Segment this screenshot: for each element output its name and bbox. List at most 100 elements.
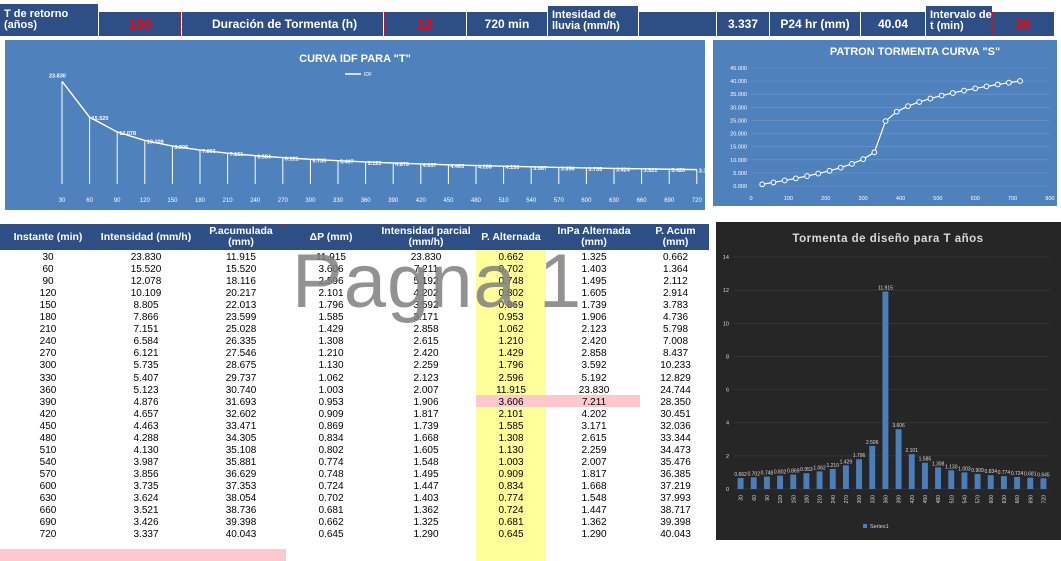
cell-intensidad[interactable]: 8.805 [96,300,196,312]
cell-pacum[interactable]: 24.744 [642,385,709,397]
cell-pacum[interactable]: 10.233 [642,360,709,372]
cell-instante[interactable]: 270 [0,348,96,360]
cell-instante[interactable]: 540 [0,457,96,469]
cell-intensidad[interactable]: 10.109 [96,288,196,300]
cell-palternada[interactable]: 0.724 [476,505,546,517]
cell-instante[interactable]: 30 [0,252,96,264]
cell-pacumulada[interactable]: 39.398 [196,517,286,529]
cell-deltap[interactable]: 1.308 [286,336,376,348]
cell-instante[interactable]: 660 [0,505,96,517]
cell-deltap[interactable]: 1.130 [286,360,376,372]
cell-pacumulada[interactable]: 20.217 [196,288,286,300]
cell-palternada[interactable]: 1.003 [476,457,546,469]
cell-intensidad-parcial[interactable]: 2.123 [376,373,476,385]
cell-intensidad[interactable]: 5.735 [96,360,196,372]
cell-palternada[interactable]: 1.585 [476,421,546,433]
cell-palternada[interactable]: 0.645 [476,529,546,541]
cell-intensidad-parcial[interactable]: 1.495 [376,469,476,481]
cell-intensidad-parcial[interactable]: 2.007 [376,385,476,397]
cell-deltap[interactable]: 0.724 [286,481,376,493]
cell-inpa-alternada[interactable]: 2.007 [546,457,642,469]
cell-inpa-alternada[interactable]: 3.592 [546,360,642,372]
cell-intensidad-parcial[interactable]: 1.906 [376,397,476,409]
cell-palternada[interactable]: 2.101 [476,409,546,421]
cell-intensidad[interactable]: 15.520 [96,264,196,276]
cell-pacumulada[interactable]: 18.116 [196,276,286,288]
cell-pacumulada[interactable]: 28.675 [196,360,286,372]
cell-pacumulada[interactable]: 31.693 [196,397,286,409]
cell-inpa-alternada[interactable]: 2.420 [546,336,642,348]
cell-pacum[interactable]: 4.736 [642,312,709,324]
cell-pacumulada[interactable]: 38.054 [196,493,286,505]
cell-inpa-alternada[interactable]: 1.362 [546,517,642,529]
cell-pacum[interactable]: 2.914 [642,288,709,300]
cell-pacum[interactable]: 8.437 [642,348,709,360]
cell-inpa-alternada[interactable]: 1.817 [546,469,642,481]
cell-palternada[interactable]: 1.796 [476,360,546,372]
cell-instante[interactable]: 390 [0,397,96,409]
cell-inpa-alternada[interactable]: 2.123 [546,324,642,336]
cell-pacum[interactable]: 35.476 [642,457,709,469]
cell-pacumulada[interactable]: 35.881 [196,457,286,469]
cell-intensidad[interactable]: 12.078 [96,276,196,288]
cell-palternada[interactable]: 3.606 [476,397,546,409]
cell-intensidad[interactable]: 4.130 [96,445,196,457]
cell-pacum[interactable]: 3.783 [642,300,709,312]
cell-deltap[interactable]: 1.210 [286,348,376,360]
cell-inpa-alternada[interactable]: 1.290 [546,529,642,541]
cell-inpa-alternada[interactable]: 4.202 [546,409,642,421]
duration-value[interactable]: 12 [384,12,466,36]
cell-inpa-alternada[interactable]: 2.615 [546,433,642,445]
cell-deltap[interactable]: 0.953 [286,397,376,409]
cell-pacumulada[interactable]: 36.629 [196,469,286,481]
cell-intensidad[interactable]: 4.657 [96,409,196,421]
cell-instante[interactable]: 60 [0,264,96,276]
cell-deltap[interactable]: 0.909 [286,409,376,421]
cell-intensidad[interactable]: 4.288 [96,433,196,445]
cell-intensidad[interactable]: 3.856 [96,469,196,481]
cell-pacum[interactable]: 7.008 [642,336,709,348]
cell-instante[interactable]: 420 [0,409,96,421]
cell-pacumulada[interactable]: 27.546 [196,348,286,360]
cell-deltap[interactable]: 1.003 [286,385,376,397]
cell-inpa-alternada[interactable]: 2.858 [546,348,642,360]
cell-pacum[interactable]: 2.112 [642,276,709,288]
cell-intensidad[interactable]: 4.463 [96,421,196,433]
cell-intensidad[interactable]: 7.866 [96,312,196,324]
cell-pacumulada[interactable]: 23.599 [196,312,286,324]
cell-deltap[interactable]: 0.662 [286,517,376,529]
cell-pacumulada[interactable]: 11.915 [196,252,286,264]
cell-instante[interactable]: 210 [0,324,96,336]
cell-instante[interactable]: 600 [0,481,96,493]
cell-instante[interactable]: 510 [0,445,96,457]
cell-intensidad-parcial[interactable]: 1.668 [376,433,476,445]
cell-palternada[interactable]: 11.915 [476,385,546,397]
cell-palternada[interactable]: 1.062 [476,324,546,336]
cell-palternada[interactable]: 0.774 [476,493,546,505]
cell-palternada[interactable]: 0.681 [476,517,546,529]
cell-palternada[interactable]: 2.596 [476,373,546,385]
cell-instante[interactable]: 240 [0,336,96,348]
cell-deltap[interactable]: 0.774 [286,457,376,469]
cell-pacumulada[interactable]: 37.353 [196,481,286,493]
cell-pacum[interactable]: 40.043 [642,529,709,541]
cell-pacumulada[interactable]: 33.471 [196,421,286,433]
cell-intensidad-parcial[interactable]: 1.447 [376,481,476,493]
cell-pacumulada[interactable]: 40.043 [196,529,286,541]
cell-pacum[interactable]: 28.350 [642,397,709,409]
cell-pacum[interactable]: 36.385 [642,469,709,481]
cell-pacumulada[interactable]: 22.013 [196,300,286,312]
cell-instante[interactable]: 360 [0,385,96,397]
cell-palternada[interactable]: 1.308 [476,433,546,445]
cell-deltap[interactable]: 0.702 [286,493,376,505]
cell-deltap[interactable]: 0.681 [286,505,376,517]
cell-intensidad[interactable]: 3.735 [96,481,196,493]
cell-deltap[interactable]: 1.062 [286,373,376,385]
cell-pacumulada[interactable]: 34.305 [196,433,286,445]
cell-pacum[interactable]: 37.993 [642,493,709,505]
cell-pacum[interactable]: 30.451 [642,409,709,421]
cell-palternada[interactable]: 1.210 [476,336,546,348]
cell-intensidad[interactable]: 5.123 [96,385,196,397]
cell-pacumulada[interactable]: 25.028 [196,324,286,336]
design-storm-chart[interactable]: Tormenta de diseño para T años 0 2 4 6 8 10 12 1… [716,222,1061,540]
